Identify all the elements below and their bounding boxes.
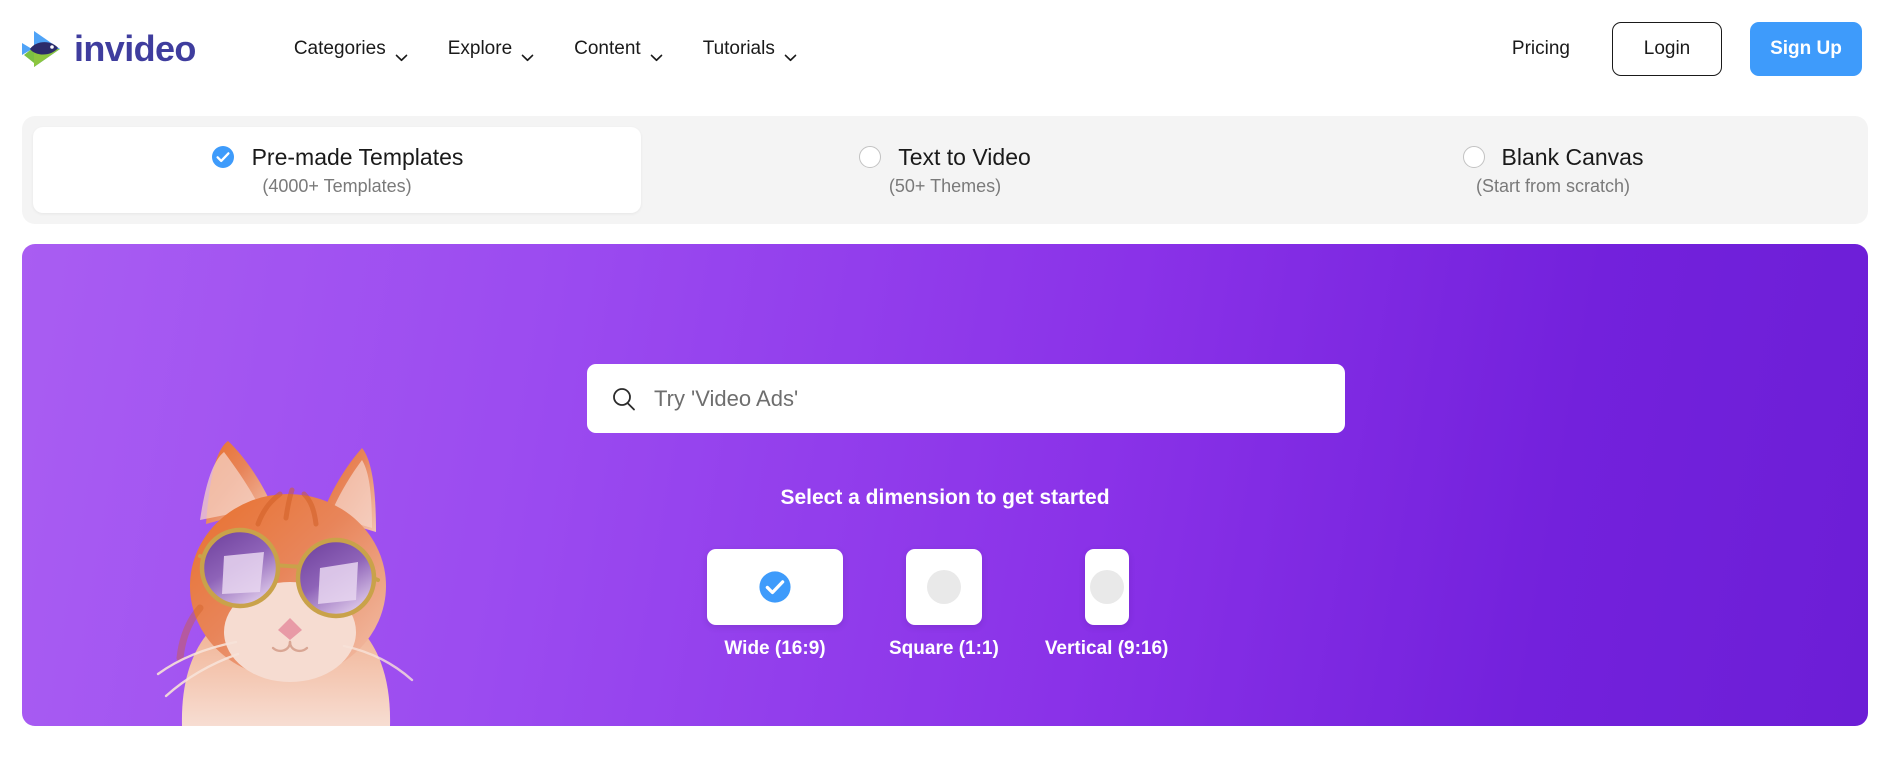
nav-label-explore: Explore (447, 38, 513, 59)
mode-tab-text-to-video[interactable]: Text to Video (50+ Themes) (641, 127, 1249, 213)
template-search-box[interactable]: Try 'Video Ads' (587, 364, 1345, 433)
header-actions: Pricing Login Sign Up (1512, 22, 1890, 76)
dimension-option-wide[interactable]: Wide (16:9) (707, 549, 843, 660)
chevron-down-icon (784, 46, 797, 62)
nav-label-categories: Categories (293, 38, 386, 59)
hero-panel: Try 'Video Ads' Select a dimension to ge… (22, 244, 1868, 726)
check-circle-icon (759, 571, 791, 603)
dimension-option-vertical[interactable]: Vertical (9:16) (1044, 549, 1169, 660)
nav-item-tutorials[interactable]: Tutorials (683, 28, 817, 70)
main-nav: Categories Explore Content Tutorials (274, 28, 817, 70)
nav-item-categories[interactable]: Categories (274, 28, 428, 70)
mode-tab-sublabel: (4000+ Templates) (262, 175, 412, 196)
radio-empty-icon (859, 146, 882, 168)
nav-item-content[interactable]: Content (554, 28, 683, 70)
mode-tab-sublabel: (Start from scratch) (1475, 175, 1631, 196)
mode-tab-label: Pre-made Templates (251, 143, 464, 170)
login-button[interactable]: Login (1612, 22, 1722, 76)
mode-tab-bar: Pre-made Templates (4000+ Templates) Tex… (22, 116, 1868, 224)
mode-tab-sublabel: (50+ Themes) (888, 175, 1002, 196)
chevron-down-icon (395, 46, 408, 62)
nav-label-content: Content (574, 38, 641, 59)
signup-button[interactable]: Sign Up (1750, 22, 1862, 76)
nav-item-explore[interactable]: Explore (428, 28, 554, 70)
chevron-down-icon (650, 46, 663, 62)
mode-tab-header: Blank Canvas (1462, 143, 1644, 171)
pricing-link[interactable]: Pricing (1512, 38, 1570, 60)
mode-tab-header: Text to Video (859, 144, 1031, 171)
dimension-option-square[interactable]: Square (1:1) (889, 549, 999, 660)
dimension-prompt: Select a dimension to get started (780, 486, 1110, 509)
dimension-card-vertical[interactable] (1084, 549, 1129, 625)
dimension-label: Wide (16:9) (724, 638, 826, 659)
dimension-label: Square (1:1) (889, 638, 999, 659)
mode-tab-pre-made-templates[interactable]: Pre-made Templates (4000+ Templates) (33, 127, 641, 213)
dimension-card-square[interactable] (905, 549, 982, 625)
dimension-label: Vertical (9:16) (1044, 638, 1169, 659)
mode-tab-label: Blank Canvas (1501, 143, 1644, 170)
invideo-fish-play-logo-icon (22, 31, 60, 67)
cat-with-sunglasses-image (156, 441, 414, 726)
nav-label-tutorials: Tutorials (702, 38, 775, 59)
mode-tab-blank-canvas[interactable]: Blank Canvas (Start from scratch) (1249, 127, 1857, 213)
dot-icon (1089, 570, 1124, 604)
chevron-down-icon (521, 46, 534, 62)
site-header: invideo Categories Explore Content Tutor… (0, 0, 1890, 98)
dimension-selector: Wide (16:9) Square (1:1) Vertical (9:16) (707, 549, 1168, 660)
radio-empty-icon (1462, 146, 1485, 168)
brand-logo[interactable]: invideo (18, 25, 196, 73)
mode-tab-label: Text to Video (898, 143, 1031, 170)
dot-icon (926, 570, 961, 604)
check-circle-icon (211, 146, 234, 168)
brand-name: invideo (74, 28, 196, 69)
search-icon (613, 387, 635, 410)
search-input[interactable]: Try 'Video Ads' (654, 386, 798, 412)
mode-tab-header: Pre-made Templates (211, 143, 464, 171)
dimension-card-wide[interactable] (707, 549, 843, 625)
